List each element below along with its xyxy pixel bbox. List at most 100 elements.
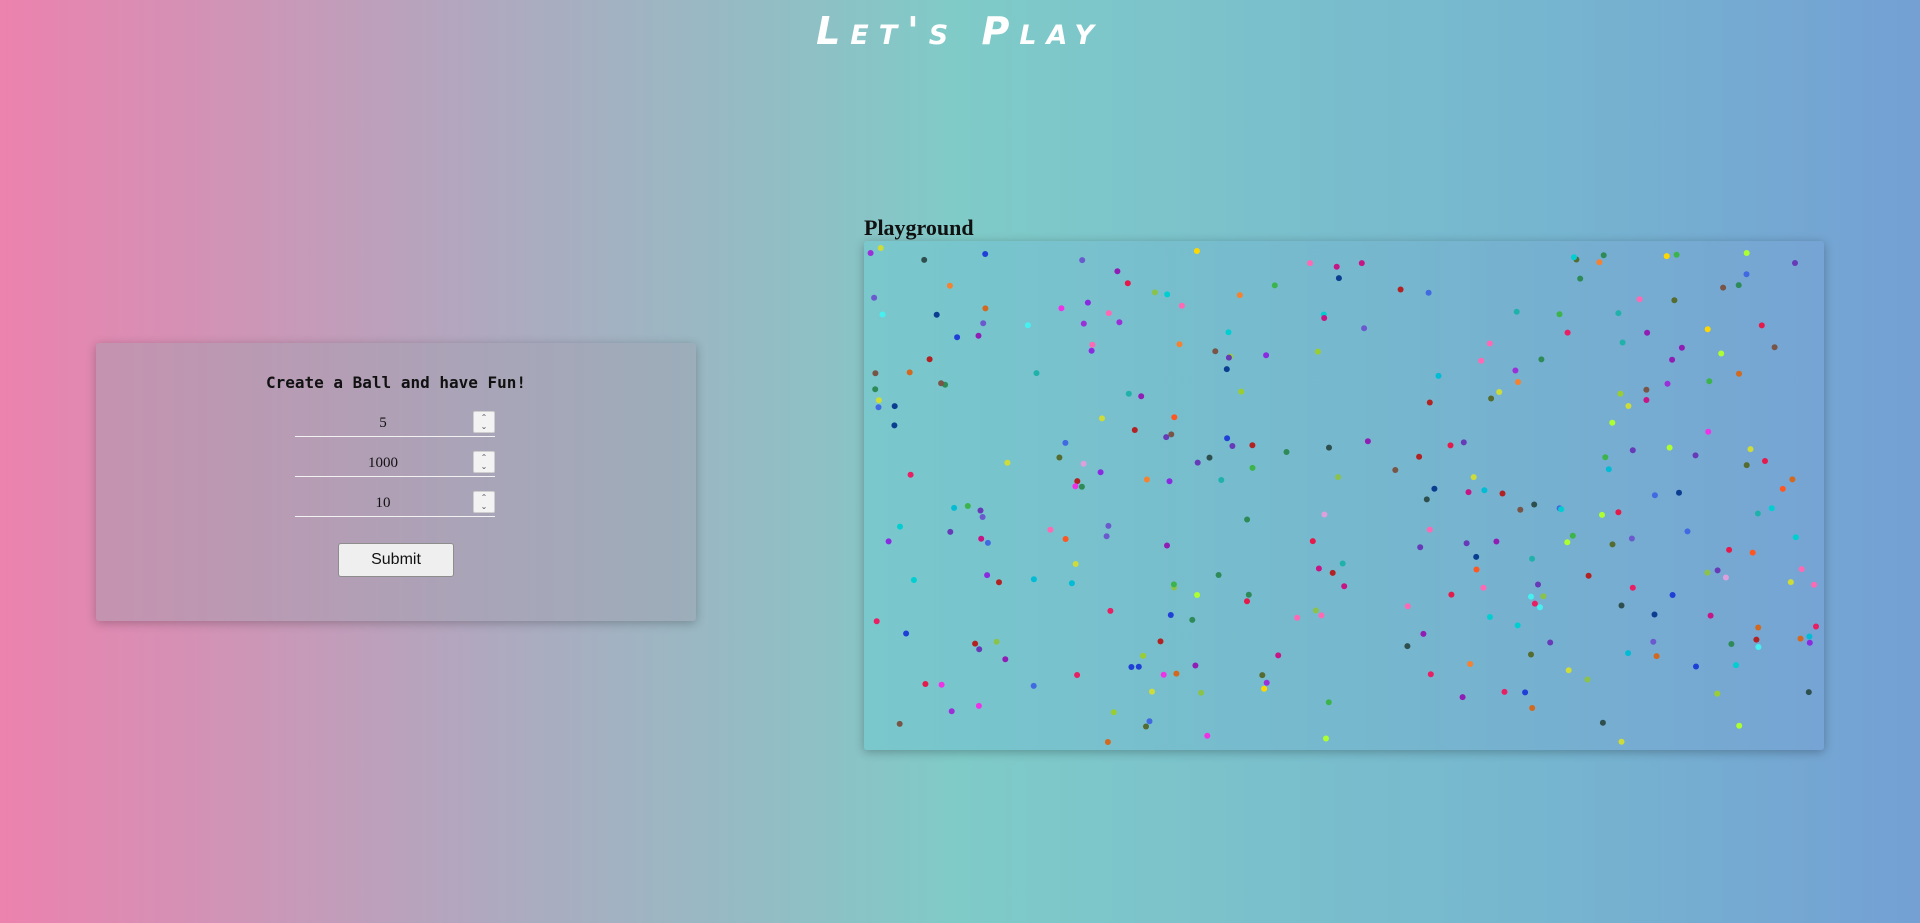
ball (1193, 248, 1200, 254)
chevron-down-icon[interactable]: ⌄ (481, 502, 488, 511)
ball (1245, 591, 1252, 598)
ball (1736, 370, 1742, 377)
ball (1168, 431, 1175, 438)
ball (1318, 612, 1325, 619)
ball (1743, 462, 1750, 469)
submit-button[interactable]: Submit (338, 543, 454, 577)
ball (1528, 593, 1534, 600)
ball (976, 646, 983, 653)
number-input-2[interactable] (295, 450, 471, 476)
ball (1224, 435, 1231, 442)
ball (1062, 536, 1069, 542)
ball (1676, 489, 1682, 496)
ball (1229, 443, 1236, 449)
ball (1481, 487, 1488, 494)
ball (1556, 311, 1563, 318)
ball (1072, 561, 1079, 567)
chevron-up-icon[interactable]: ⌃ (481, 493, 488, 502)
ball (1097, 469, 1104, 476)
ball (1080, 320, 1087, 327)
ball (1110, 709, 1117, 716)
stepper-2[interactable]: ⌃ ⌄ (473, 451, 495, 473)
ball (1636, 296, 1643, 303)
ball (1114, 268, 1121, 275)
ball (1215, 572, 1222, 578)
ball (1705, 428, 1712, 435)
ball (926, 356, 933, 363)
ball (1653, 653, 1660, 660)
chevron-down-icon[interactable]: ⌄ (481, 422, 488, 431)
playground-canvas[interactable] (864, 241, 1824, 750)
ball (921, 256, 928, 263)
playground-title: Playground (864, 215, 974, 240)
ball (1259, 672, 1266, 679)
ball (1609, 541, 1616, 548)
ball (1789, 476, 1796, 483)
chevron-down-icon[interactable]: ⌄ (481, 462, 488, 471)
ball (1493, 538, 1500, 545)
ball (1487, 614, 1493, 620)
stepper-3[interactable]: ⌃ ⌄ (473, 491, 495, 513)
ball (1225, 329, 1232, 336)
ball (1176, 341, 1183, 348)
ball (1107, 607, 1114, 614)
ball (1798, 566, 1805, 573)
ball (1779, 485, 1786, 492)
ball (879, 311, 886, 318)
ball (982, 305, 989, 312)
ball (1522, 689, 1529, 696)
ball (875, 397, 882, 404)
number-input-3[interactable] (295, 490, 471, 516)
ball (1004, 459, 1011, 466)
ball (996, 579, 1002, 586)
ball (980, 320, 987, 327)
ball (1704, 569, 1711, 576)
form-heading: Create a Ball and have Fun! (265, 373, 527, 392)
ball (877, 245, 884, 251)
ball (867, 250, 874, 256)
ball (1307, 260, 1314, 267)
ball (1726, 546, 1733, 553)
ball (1198, 689, 1205, 696)
ball (1585, 572, 1592, 579)
ball (1706, 378, 1713, 385)
ball (1714, 567, 1721, 574)
number-input-1[interactable] (295, 410, 471, 436)
ball (885, 538, 892, 545)
ball (1564, 539, 1571, 546)
ball (1204, 732, 1211, 739)
ball (1565, 667, 1572, 674)
ball (1335, 474, 1342, 481)
ball (1033, 370, 1040, 377)
ball (1602, 454, 1609, 461)
ball (1325, 699, 1332, 706)
ball (891, 403, 898, 410)
ball (1435, 372, 1442, 379)
ball (1470, 474, 1477, 481)
ball (903, 630, 910, 637)
ball (1124, 280, 1131, 287)
ball (1629, 584, 1636, 591)
ball (1068, 580, 1075, 587)
ball (922, 681, 929, 687)
chevron-up-icon[interactable]: ⌃ (481, 453, 488, 462)
ball (1341, 583, 1348, 590)
ball (1596, 259, 1603, 266)
chevron-up-icon[interactable]: ⌃ (481, 413, 488, 422)
stepper-1[interactable]: ⌃ ⌄ (473, 411, 495, 433)
ball (1762, 458, 1768, 464)
ball (993, 638, 1000, 645)
ball (1315, 565, 1322, 572)
ball (1146, 718, 1153, 725)
ball (1531, 600, 1538, 607)
ball (1643, 397, 1650, 403)
number-field-3: ⌃ ⌄ (295, 490, 495, 517)
ball (1569, 532, 1576, 539)
ball (1143, 723, 1149, 730)
ball (964, 503, 971, 509)
ball (1644, 329, 1651, 336)
ball (1074, 672, 1081, 678)
ball (896, 720, 903, 727)
ball (1499, 490, 1506, 497)
ball (1792, 260, 1798, 266)
